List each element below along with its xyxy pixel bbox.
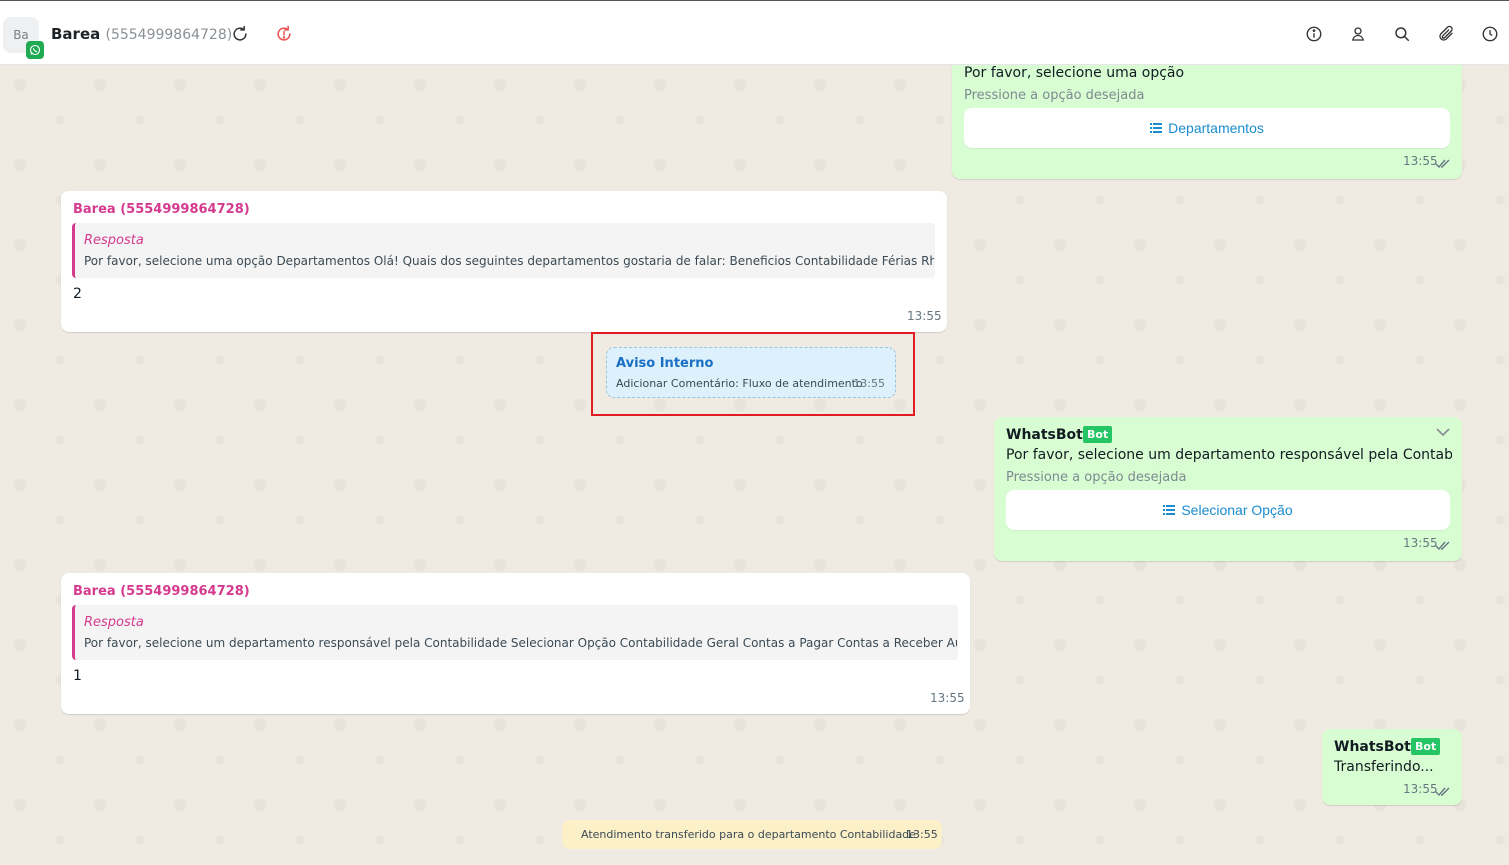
contact-title[interactable]: Barea (5554999864728) (51, 25, 232, 43)
quote-title: Resposta (84, 233, 144, 248)
contact-number: (5554999864728) (105, 27, 233, 43)
info-icon[interactable] (1303, 23, 1325, 45)
list-icon (1163, 502, 1176, 518)
message-text: 2 (73, 286, 82, 302)
quoted-message[interactable]: Resposta Por favor, selecione um departa… (72, 605, 958, 660)
notice-time: 13:55 (853, 377, 885, 390)
search-icon[interactable] (1391, 23, 1413, 45)
clock-icon[interactable] (1479, 23, 1501, 45)
message-time: 13:55 (1403, 154, 1438, 168)
message-time: 13:55 (930, 691, 965, 705)
departments-button[interactable]: Departamentos (964, 108, 1450, 148)
contact-name: Barea (51, 25, 101, 43)
system-message: Atendimento transferido para o departame… (562, 820, 942, 849)
avatar-initials: Ba (13, 28, 29, 42)
quote-title: Resposta (84, 615, 144, 630)
system-text: Atendimento transferido para o departame… (581, 828, 916, 841)
sender-name: Barea (5554999864728) (73, 584, 250, 599)
button-label: Selecionar Opção (1181, 502, 1293, 518)
list-icon (1150, 120, 1163, 136)
system-time: 13:55 (906, 828, 938, 841)
notice-title: Aviso Interno (616, 356, 714, 371)
refresh-alert-icon[interactable] (273, 23, 295, 45)
message-text: Transferindo... (1334, 759, 1434, 775)
chat-header: Ba Barea (5554999864728) (0, 0, 1509, 65)
chat-area[interactable]: Por favor, selecione uma opção Pressione… (0, 65, 1509, 865)
outgoing-message: Por favor, selecione uma opção Pressione… (952, 65, 1462, 179)
sender-name: Barea (5554999864728) (73, 202, 250, 217)
chevron-down-icon[interactable] (1435, 424, 1451, 442)
bot-message: WhatsBot 1 Bot Por favor, selecione um d… (994, 417, 1462, 561)
paperclip-icon[interactable] (1435, 23, 1457, 45)
message-time: 13:55 (1403, 536, 1438, 550)
button-label: Departamentos (1168, 120, 1264, 136)
double-check-icon (1435, 784, 1451, 802)
bot-badge: Bot (1083, 426, 1113, 443)
bot-message: WhatsBot 1 Bot Transferindo... 13:55 (1322, 729, 1462, 805)
message-subtitle: Pressione a opção desejada (964, 88, 1145, 103)
double-check-icon (1435, 538, 1451, 556)
refresh-icon[interactable] (229, 23, 251, 45)
whatsapp-icon (26, 41, 44, 59)
message-time: 13:55 (1403, 782, 1438, 796)
user-icon[interactable] (1347, 23, 1369, 45)
double-check-icon (1435, 156, 1451, 174)
message-time: 13:55 (907, 309, 942, 323)
message-text: 1 (73, 668, 82, 684)
notice-text: Adicionar Comentário: Fluxo de atendimen… (616, 377, 863, 390)
message-subtitle: Pressione a opção desejada (1006, 470, 1187, 485)
select-option-button[interactable]: Selecionar Opção (1006, 490, 1450, 530)
quote-body: Por favor, selecione um departamento res… (84, 636, 957, 650)
incoming-message: Barea (5554999864728) Resposta Por favor… (61, 573, 970, 714)
incoming-message: Barea (5554999864728) Resposta Por favor… (61, 191, 947, 332)
quoted-message[interactable]: Resposta Por favor, selecione uma opção … (72, 223, 935, 278)
internal-notice: Aviso Interno Adicionar Comentário: Flux… (606, 347, 896, 398)
message-text: Por favor, selecione uma opção (964, 65, 1185, 81)
bot-badge: Bot (1411, 738, 1441, 755)
quote-body: Por favor, selecione uma opção Departame… (84, 254, 934, 268)
message-text: Por favor, selecione um departamento res… (1006, 447, 1452, 463)
